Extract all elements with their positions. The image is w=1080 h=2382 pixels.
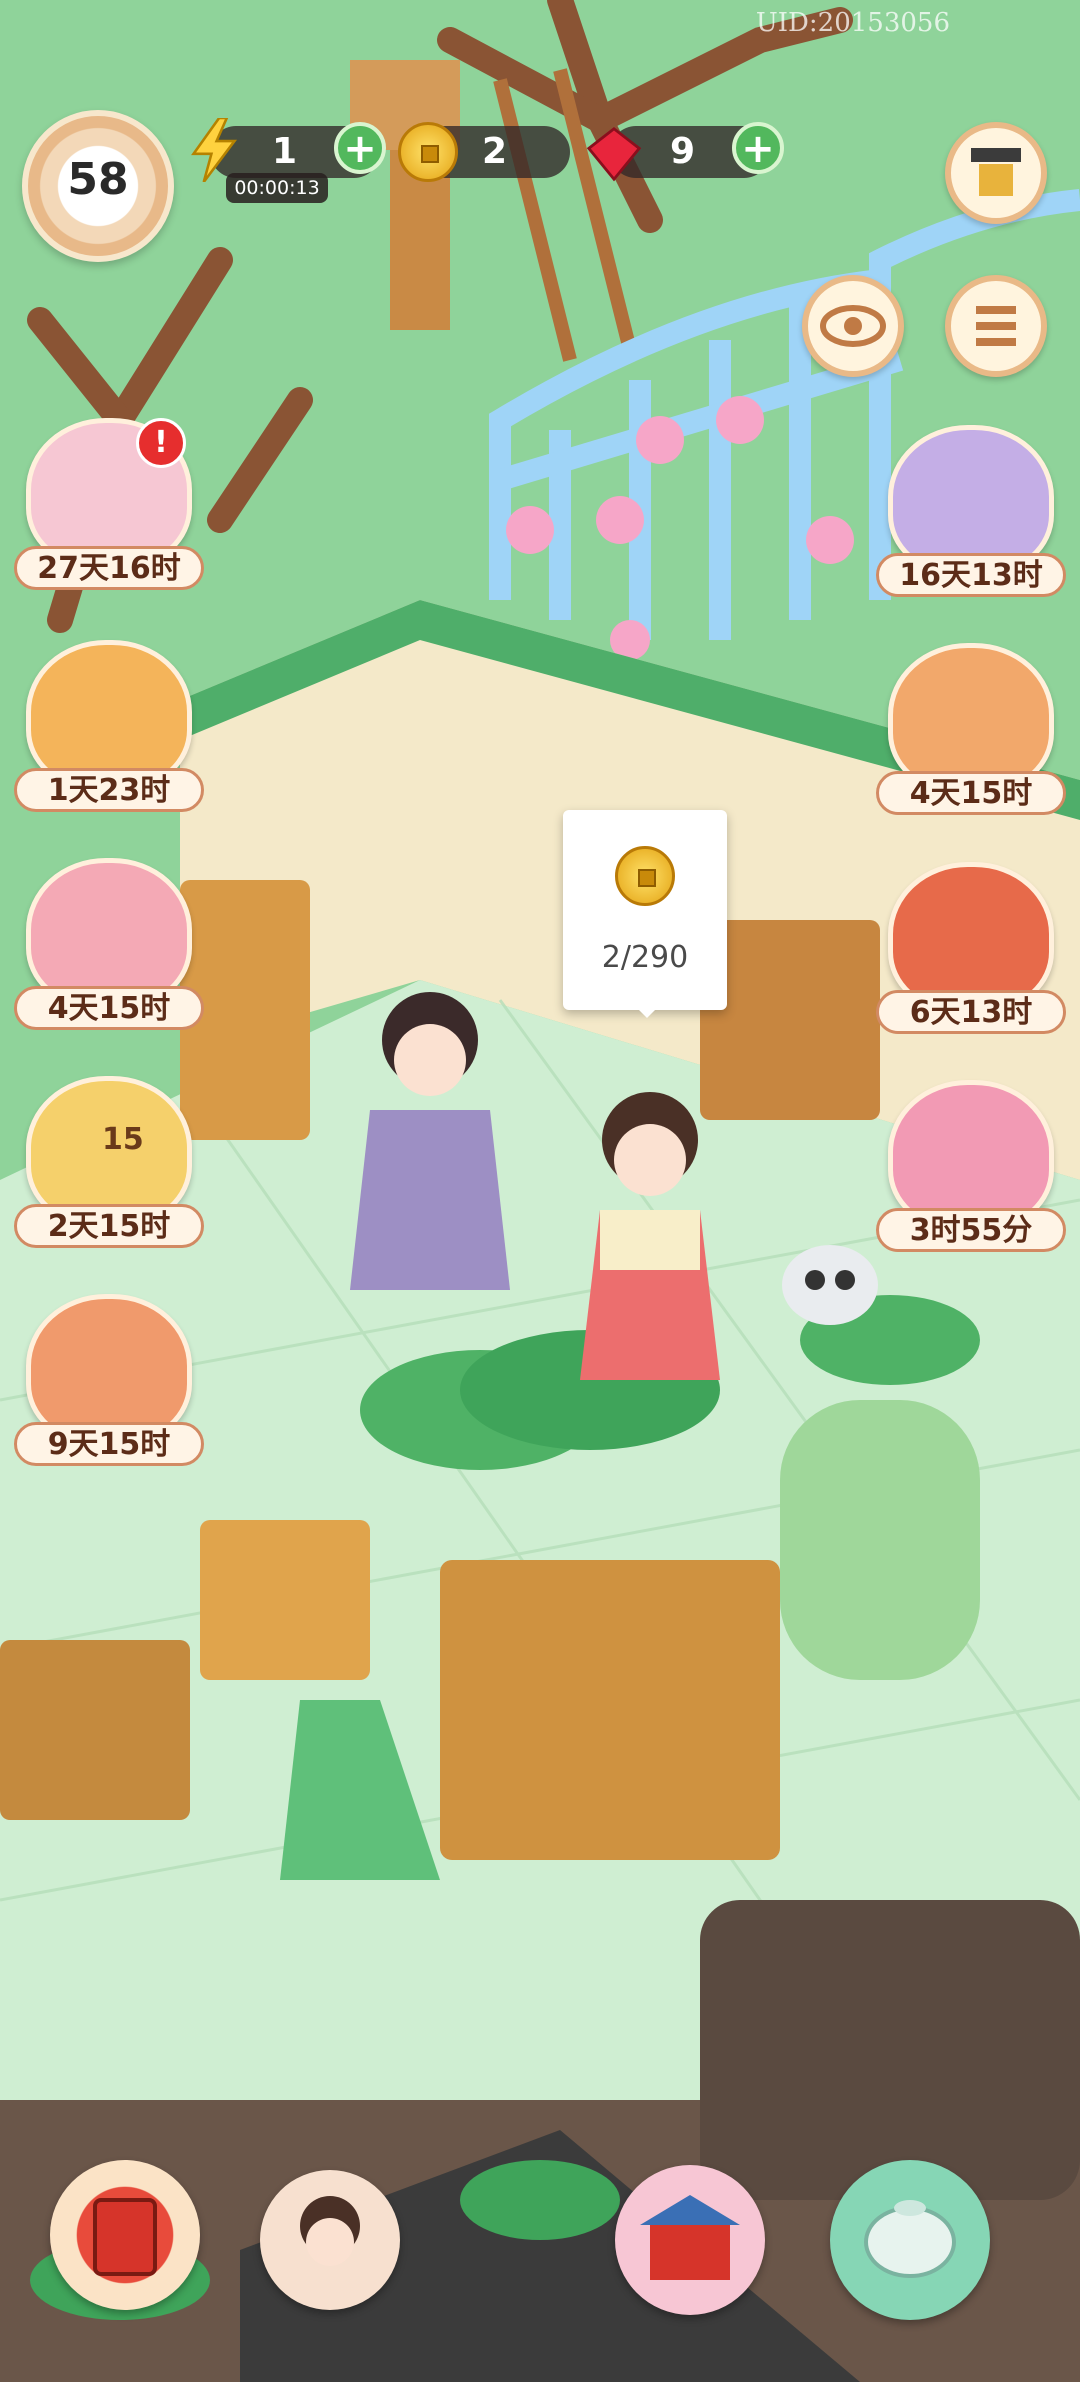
add-energy-button[interactable]: + [334, 122, 386, 174]
character-icon [300, 2196, 360, 2266]
player-level-number: 58 [67, 154, 129, 205]
event-timer-label: 27天16时 [14, 546, 204, 590]
event-badge-left-2[interactable]: 1天23时 [14, 640, 204, 815]
event-timer-label: 9天15时 [14, 1422, 204, 1466]
menu-list-button[interactable] [945, 275, 1047, 377]
event-badge-left-1[interactable]: ! 27天16时 [14, 418, 204, 593]
visibility-toggle-button[interactable] [802, 275, 904, 377]
event-timer-label: 16天13时 [876, 553, 1066, 597]
event-timer-label: 2天15时 [14, 1204, 204, 1248]
eye-icon [820, 305, 886, 347]
event-timer-label: 4天15时 [14, 986, 204, 1030]
coin-icon [398, 122, 458, 182]
event-timer-label: 3时55分 [876, 1208, 1066, 1252]
event-badge-right-4[interactable]: 3时55分 [876, 1080, 1066, 1255]
event-badge-right-2[interactable]: 4天15时 [876, 643, 1066, 818]
shop-stall-icon [640, 2195, 740, 2280]
coin-progress-text: 2/290 [601, 940, 689, 975]
add-gems-button[interactable]: + [732, 122, 784, 174]
event-timer-label: 4天15时 [876, 771, 1066, 815]
event-timer-label: 6天13时 [876, 990, 1066, 1034]
event-badge-right-1[interactable]: 16天13时 [876, 425, 1066, 600]
coins-value: 2 [482, 131, 508, 172]
list-icon [976, 306, 1016, 346]
event-badge-left-3[interactable]: 4天15时 [14, 858, 204, 1033]
coin-icon [615, 846, 675, 906]
character-button[interactable] [260, 2170, 400, 2310]
energy-value: 1 [272, 131, 298, 172]
event-badge-left-4[interactable]: 15 2天15时 [14, 1076, 204, 1251]
user-id-label: UID:20153056 [755, 8, 950, 38]
player-level-badge[interactable]: 58 [22, 110, 174, 262]
book-icon [93, 2198, 157, 2276]
tea-pot-icon [864, 2200, 956, 2278]
event-timer-label: 1天23时 [14, 768, 204, 812]
gems-value: 9 [670, 131, 696, 172]
cat-illustration [782, 1245, 878, 1325]
coin-progress-tooltip[interactable]: 2/290 [563, 810, 727, 1018]
shop-stall-button[interactable] [615, 2165, 765, 2315]
temple-icon [971, 148, 1021, 196]
energy-timer: 00:00:13 [226, 173, 328, 203]
book-button[interactable] [50, 2160, 200, 2310]
temple-building-button[interactable] [945, 122, 1047, 224]
tea-pot-button[interactable] [830, 2160, 990, 2320]
energy-counter: 1 + [191, 118, 386, 182]
game-scene: UID:20153056 58 1 + 00:00:13 2 9 + ! 27天… [0, 0, 1080, 2382]
event-badge-left-5[interactable]: 9天15时 [14, 1294, 204, 1469]
alert-badge: ! [136, 418, 186, 468]
red-gem-icon [586, 127, 642, 182]
event-badge-right-3[interactable]: 6天13时 [876, 862, 1066, 1037]
coins-counter: 2 [398, 122, 570, 182]
gems-counter: 9 + [586, 122, 784, 182]
peacock-count: 15 [102, 1122, 144, 1157]
